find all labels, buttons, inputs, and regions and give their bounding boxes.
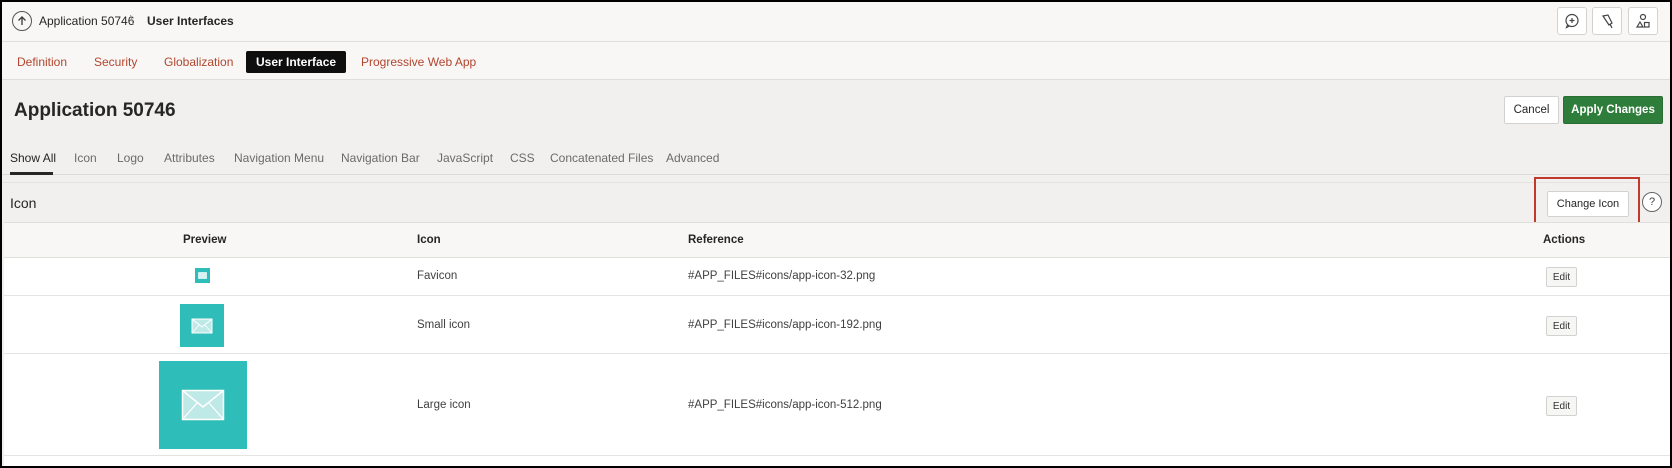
subtab-advanced[interactable]: Advanced: [666, 151, 719, 165]
active-subtab-indicator: [10, 172, 53, 175]
tab-user-interface[interactable]: User Interface: [246, 51, 347, 73]
edit-button[interactable]: Edit: [1546, 396, 1577, 416]
pin-icon: [1602, 14, 1613, 29]
table-row: Small icon #APP_FILES#icons/app-icon-192…: [4, 296, 1670, 354]
main-tabs: Definition Security Globalization User I…: [2, 42, 1670, 80]
mail-icon: [181, 389, 225, 421]
icon-reference: #APP_FILES#icons/app-icon-512.png: [688, 399, 882, 411]
subtab-javascript[interactable]: JavaScript: [437, 151, 493, 165]
icon-name: Small icon: [417, 319, 471, 331]
large-icon-preview: [159, 361, 247, 449]
mail-icon: [191, 318, 213, 333]
comment-add-button[interactable]: [1557, 7, 1587, 35]
column-header-actions: Actions: [1543, 234, 1586, 246]
tab-globalization[interactable]: Globalization: [154, 51, 243, 73]
change-icon-button[interactable]: Change Icon: [1547, 191, 1629, 217]
pin-button[interactable]: [1592, 7, 1622, 35]
help-icon[interactable]: ?: [1642, 192, 1662, 212]
icon-region-header: Icon Change Icon: [2, 182, 1670, 222]
edit-button[interactable]: Edit: [1546, 267, 1577, 287]
breadcrumb-current: User Interfaces: [147, 14, 234, 28]
column-header-reference[interactable]: Reference: [688, 234, 744, 246]
subtab-navigation-bar[interactable]: Navigation Bar: [341, 151, 420, 165]
tab-security[interactable]: Security: [84, 51, 147, 73]
subtab-attributes[interactable]: Attributes: [164, 151, 215, 165]
subtab-css[interactable]: CSS: [510, 151, 535, 165]
app-window: Application 50746 \ User Interfaces Defi…: [0, 0, 1672, 468]
subtab-navigation-menu[interactable]: Navigation Menu: [234, 151, 324, 165]
up-arrow-icon[interactable]: [12, 11, 32, 31]
cancel-button[interactable]: Cancel: [1504, 96, 1559, 124]
table-row: Favicon #APP_FILES#icons/app-icon-32.png…: [4, 258, 1670, 296]
icon-table: Preview Icon Reference Actions Favicon #…: [4, 222, 1670, 466]
tab-definition[interactable]: Definition: [7, 51, 77, 73]
page-title: Application 50746: [14, 100, 176, 121]
top-bar: Application 50746 \ User Interfaces: [2, 2, 1670, 42]
table-row: Large icon #APP_FILES#icons/app-icon-512…: [4, 354, 1670, 456]
breadcrumb-application[interactable]: Application 50746: [39, 14, 134, 28]
mail-icon: [198, 272, 207, 279]
edit-button[interactable]: Edit: [1546, 316, 1577, 336]
icon-reference: #APP_FILES#icons/app-icon-192.png: [688, 319, 882, 331]
tab-progressive-web-app[interactable]: Progressive Web App: [351, 51, 486, 73]
subtab-concatenated-files[interactable]: Concatenated Files: [550, 151, 653, 165]
column-header-icon[interactable]: Icon: [417, 234, 441, 246]
small-icon-preview: [180, 304, 224, 347]
shared-components-icon: [1635, 13, 1650, 28]
subtab-icon[interactable]: Icon: [74, 151, 97, 165]
column-header-preview[interactable]: Preview: [183, 234, 226, 246]
shared-components-button[interactable]: [1628, 7, 1658, 35]
subtab-logo[interactable]: Logo: [117, 151, 144, 165]
section-tabs: Show All Icon Logo Attributes Navigation…: [2, 142, 1670, 175]
region-title: Icon: [10, 195, 37, 211]
icon-name: Large icon: [417, 399, 471, 411]
apply-changes-button[interactable]: Apply Changes: [1563, 96, 1663, 124]
table-header: Preview Icon Reference Actions: [4, 222, 1670, 258]
breadcrumb-separator: \: [130, 12, 134, 28]
subtab-show-all[interactable]: Show All: [10, 151, 56, 165]
icon-name: Favicon: [417, 270, 458, 282]
icon-reference: #APP_FILES#icons/app-icon-32.png: [688, 270, 876, 282]
comment-add-icon: [1565, 13, 1579, 29]
favicon-preview: [195, 268, 210, 283]
